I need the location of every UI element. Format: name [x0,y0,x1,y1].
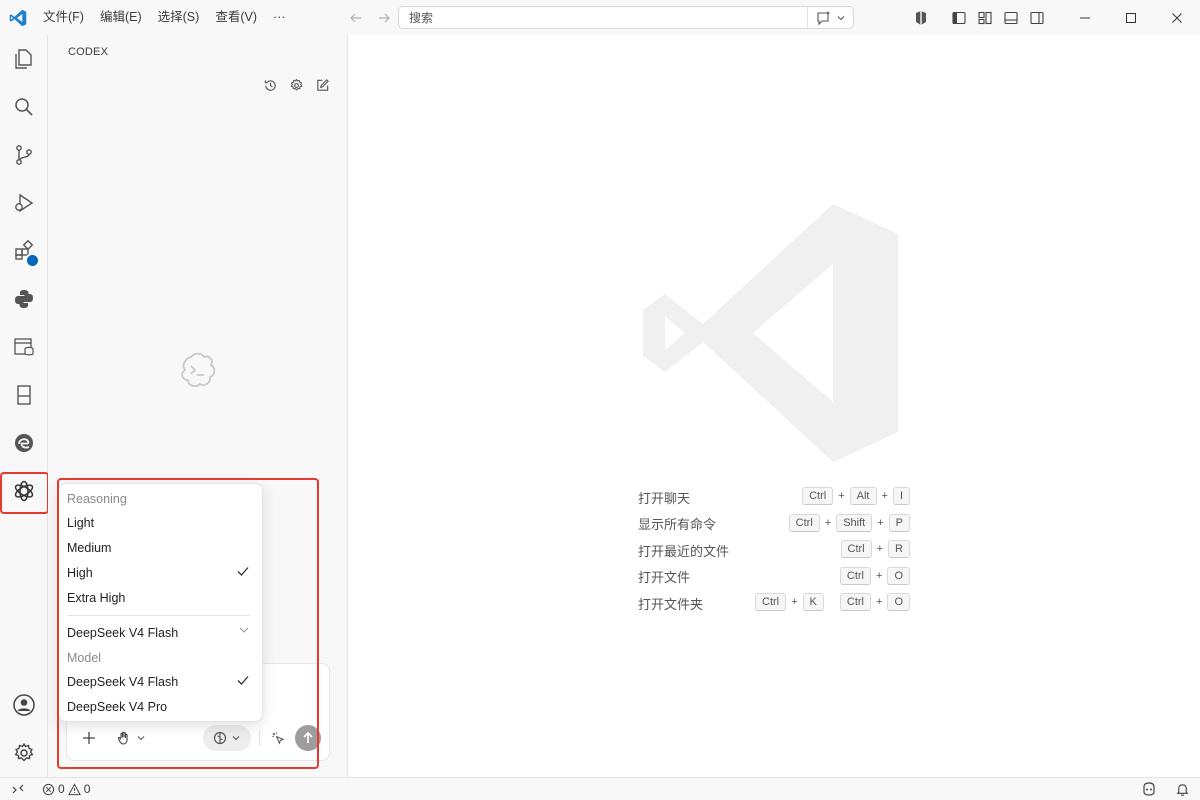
shortcut-label: 打开最近的文件 [638,543,730,559]
manage-gear-icon[interactable] [0,729,48,777]
menu-bar: 文件(F) 编辑(E) 选择(S) 查看(V) ··· [35,0,293,35]
toggle-panel-icon[interactable] [998,0,1024,35]
shortcut-label: 打开聊天 [638,490,691,506]
keycap: Ctrl [788,513,820,532]
customize-layout-icon[interactable] [972,0,998,35]
keycap: Ctrl [840,540,872,558]
shortcut-label: 显示所有命令 [638,517,717,533]
menu-edit[interactable]: 编辑(E) [92,0,150,35]
error-icon [42,783,55,796]
explorer-icon[interactable] [0,35,48,83]
panel-layout-icon[interactable] [0,371,48,419]
shortcut-keys: Ctrl + R [840,540,910,558]
key-plus: + [876,569,883,582]
title-bar: 文件(F) 编辑(E) 选择(S) 查看(V) ··· 搜索 [0,0,1200,35]
toggle-primary-sidebar-icon[interactable] [946,0,972,35]
error-count: 0 [58,782,65,796]
run-and-debug-icon[interactable] [0,179,48,227]
key-plus: + [838,490,845,502]
warning-icon [67,782,81,796]
keycap: Ctrl [755,593,787,611]
key-plus: + [876,596,883,608]
back-arrow-icon[interactable] [348,10,364,26]
keycap: Shift [836,513,873,532]
forward-arrow-icon[interactable] [376,10,392,26]
status-bar: 0 0 [0,777,1200,800]
menu-more[interactable]: ··· [265,0,294,35]
keycap: K [802,593,824,611]
account-icon[interactable] [0,681,48,729]
copilot-status-icon[interactable] [1141,781,1157,797]
keycap: Alt [849,487,877,505]
settings-gear-icon[interactable] [287,76,305,94]
history-icon[interactable] [261,76,279,94]
warning-count: 0 [83,782,91,796]
maximize-button[interactable] [1108,0,1154,35]
minimize-button[interactable] [1062,0,1108,35]
keycap: P [888,513,910,532]
database-explorer-icon[interactable] [0,323,48,371]
shortcut-keys: Ctrl + O [839,566,910,585]
update-badge-icon [25,253,40,268]
copilot-icon[interactable] [908,0,934,35]
key-plus: + [881,490,888,502]
shortcut-row[interactable]: 打开最近的文件 Ctrl + R [638,537,910,564]
keycap: O [887,566,910,585]
keycap: Ctrl [839,566,871,585]
menu-file[interactable]: 文件(F) [35,0,92,35]
search-icon[interactable] [0,83,48,131]
codex-icon-highlight [0,472,49,514]
problems-indicator[interactable]: 0 0 [42,782,90,796]
search-label: 搜索 [409,11,434,25]
keycap: Ctrl [802,487,834,505]
close-button[interactable] [1154,0,1200,35]
sidebar-actions [261,76,331,94]
shortcut-row[interactable]: 打开文件 Ctrl + O [638,564,910,591]
codex-cloud-terminal-icon [177,349,219,391]
chat-toggle-button[interactable] [807,7,853,28]
shortcut-row[interactable]: 显示所有命令 Ctrl + Shift + P [638,511,910,538]
shortcut-row[interactable]: 打开聊天 Ctrl + Alt + I [638,484,910,511]
python-icon[interactable] [0,275,48,323]
key-plus: + [877,516,884,529]
new-chat-edit-icon[interactable] [313,76,331,94]
edge-browser-icon[interactable] [0,419,48,467]
editor-area: 打开聊天 Ctrl + Alt + I 显示所有命令 Ctrl + Shift + P 打开最近的文件 C… [349,35,1200,777]
shortcut-keys: Ctrl + Alt + I [802,487,910,505]
sidebar-title: CODEX [68,46,109,58]
key-plus: + [824,516,832,529]
toggle-secondary-sidebar-icon[interactable] [1024,0,1050,35]
shortcut-label: 打开文件 [638,570,691,586]
status-right [1141,778,1190,800]
remote-indicator-icon[interactable] [0,778,36,800]
shortcut-label: 打开文件夹 [638,596,704,612]
keycap: O [887,593,910,611]
menu-view[interactable]: 查看(V) [207,0,265,35]
activity-bar [0,35,48,777]
keycap: I [892,487,910,505]
navigation-arrows [348,0,392,35]
shortcut-keys: Ctrl + K Ctrl + O [755,593,910,611]
key-plus: + [876,543,884,555]
chevron-down-icon [836,13,846,23]
command-center-search[interactable]: 搜索 [398,6,854,29]
key-plus: + [791,596,798,608]
vscode-watermark-icon [643,204,913,462]
chat-sparkle-icon [816,10,832,26]
composer-highlight [57,478,319,769]
source-control-icon[interactable] [0,131,48,179]
shortcut-keys: Ctrl + Shift + P [788,513,910,532]
keycap: Ctrl [839,593,871,611]
vscode-logo-icon [0,0,35,35]
shortcut-row[interactable]: 打开文件夹 Ctrl + K Ctrl + O [638,590,910,617]
shortcuts-list: 打开聊天 Ctrl + Alt + I 显示所有命令 Ctrl + Shift + P 打开最近的文件 C… [638,484,910,617]
extensions-icon[interactable] [0,227,48,275]
notifications-bell-icon[interactable] [1175,782,1190,797]
titlebar-right-controls [908,0,1200,35]
menu-selection[interactable]: 选择(S) [150,0,208,35]
keycap: R [888,540,910,558]
